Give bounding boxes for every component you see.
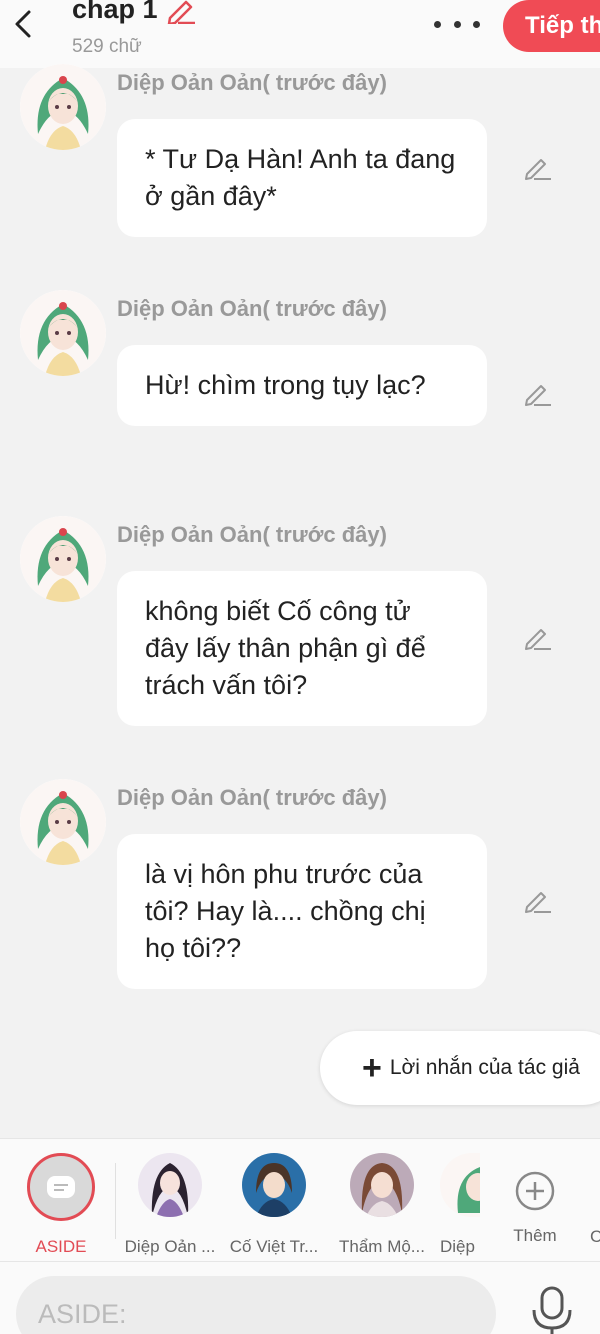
dot-icon bbox=[453, 20, 461, 28]
character-item[interactable]: C bbox=[590, 1153, 600, 1247]
character-avatar-icon bbox=[138, 1153, 202, 1217]
edit-icon[interactable] bbox=[522, 622, 552, 652]
avatar bbox=[242, 1153, 306, 1217]
character-avatar-icon bbox=[20, 516, 106, 602]
character-avatar-icon bbox=[350, 1153, 414, 1217]
back-button[interactable] bbox=[8, 4, 38, 44]
add-character-button[interactable]: Thêm bbox=[505, 1153, 565, 1246]
character-selector: ASIDE Diệp Oản ... Cố Việt Tr... Thẩm Mộ… bbox=[0, 1138, 600, 1262]
character-item[interactable]: Thẩm Mộ... bbox=[334, 1153, 430, 1257]
character-avatar-icon bbox=[20, 290, 106, 376]
plus-circle-icon bbox=[515, 1171, 555, 1211]
character-avatar-icon bbox=[440, 1153, 480, 1217]
character-name: Diệp bbox=[440, 1237, 475, 1256]
sender-name: Diệp Oản Oản( trước đây) bbox=[117, 522, 387, 547]
sender-name: Diệp Oản Oản( trước đây) bbox=[117, 296, 387, 321]
avatar bbox=[440, 1153, 480, 1217]
avatar[interactable] bbox=[20, 290, 106, 376]
character-aside[interactable]: ASIDE bbox=[26, 1153, 96, 1257]
divider bbox=[115, 1163, 116, 1239]
chapter-title[interactable]: chap 1 bbox=[72, 0, 196, 25]
input-bar bbox=[0, 1262, 600, 1334]
edit-icon[interactable] bbox=[522, 885, 552, 915]
chat-bubble-icon bbox=[47, 1176, 75, 1198]
continue-button[interactable]: Tiếp th bbox=[503, 0, 600, 52]
avatar bbox=[350, 1153, 414, 1217]
character-avatar-icon bbox=[242, 1153, 306, 1217]
message-input[interactable] bbox=[16, 1276, 496, 1334]
more-options-button[interactable] bbox=[434, 14, 480, 34]
avatar[interactable] bbox=[20, 516, 106, 602]
sender-name: Diệp Oản Oản( trước đây) bbox=[117, 70, 387, 95]
top-bar: chap 1 529 chữ Tiếp th bbox=[0, 0, 600, 68]
sender-name: Diệp Oản Oản( trước đây) bbox=[117, 785, 387, 810]
author-note-button[interactable]: + Lời nhắn của tác giả bbox=[320, 1031, 600, 1105]
character-item[interactable]: Diệp bbox=[440, 1153, 480, 1257]
dot-icon bbox=[434, 20, 441, 28]
character-name: Diệp Oản ... bbox=[124, 1237, 216, 1256]
avatar[interactable] bbox=[20, 779, 106, 865]
chevron-left-icon bbox=[15, 10, 31, 38]
character-name: ASIDE bbox=[35, 1237, 87, 1256]
character-name: C bbox=[590, 1227, 600, 1246]
edit-icon[interactable] bbox=[522, 378, 552, 408]
character-avatar-icon bbox=[20, 64, 106, 150]
chapter-title-text: chap 1 bbox=[72, 0, 158, 24]
message-bubble[interactable]: không biết Cố công tử đây lấy thân phận … bbox=[117, 571, 487, 726]
chat-editor-screen: chap 1 529 chữ Tiếp th Diệp Oản Oản( trư… bbox=[0, 0, 600, 1334]
plus-icon: + bbox=[362, 1049, 382, 1087]
message-bubble[interactable]: là vị hôn phu trước của tôi? Hay là.... … bbox=[117, 834, 487, 989]
avatar[interactable] bbox=[20, 64, 106, 150]
aside-avatar bbox=[27, 1153, 95, 1221]
message-bubble[interactable]: * Tư Dạ Hàn! Anh ta đang ở gần đây* bbox=[117, 119, 487, 237]
character-item[interactable]: Diệp Oản ... bbox=[122, 1153, 218, 1257]
author-note-label: Lời nhắn của tác giả bbox=[389, 1056, 580, 1079]
add-label: Thêm bbox=[513, 1226, 557, 1245]
pencil-icon[interactable] bbox=[164, 0, 196, 24]
edit-icon[interactable] bbox=[522, 152, 552, 182]
message-bubble[interactable]: Hừ! chìm trong tụy lạc? bbox=[117, 345, 487, 426]
character-name: Cố Việt Tr... bbox=[229, 1237, 319, 1256]
character-name: Thẩm Mộ... bbox=[339, 1237, 425, 1256]
word-count: 529 chữ bbox=[72, 36, 142, 57]
character-avatar-icon bbox=[20, 779, 106, 865]
dot-icon bbox=[473, 20, 480, 28]
character-item[interactable]: Cố Việt Tr... bbox=[228, 1153, 320, 1257]
avatar bbox=[138, 1153, 202, 1217]
microphone-icon[interactable] bbox=[530, 1286, 574, 1334]
